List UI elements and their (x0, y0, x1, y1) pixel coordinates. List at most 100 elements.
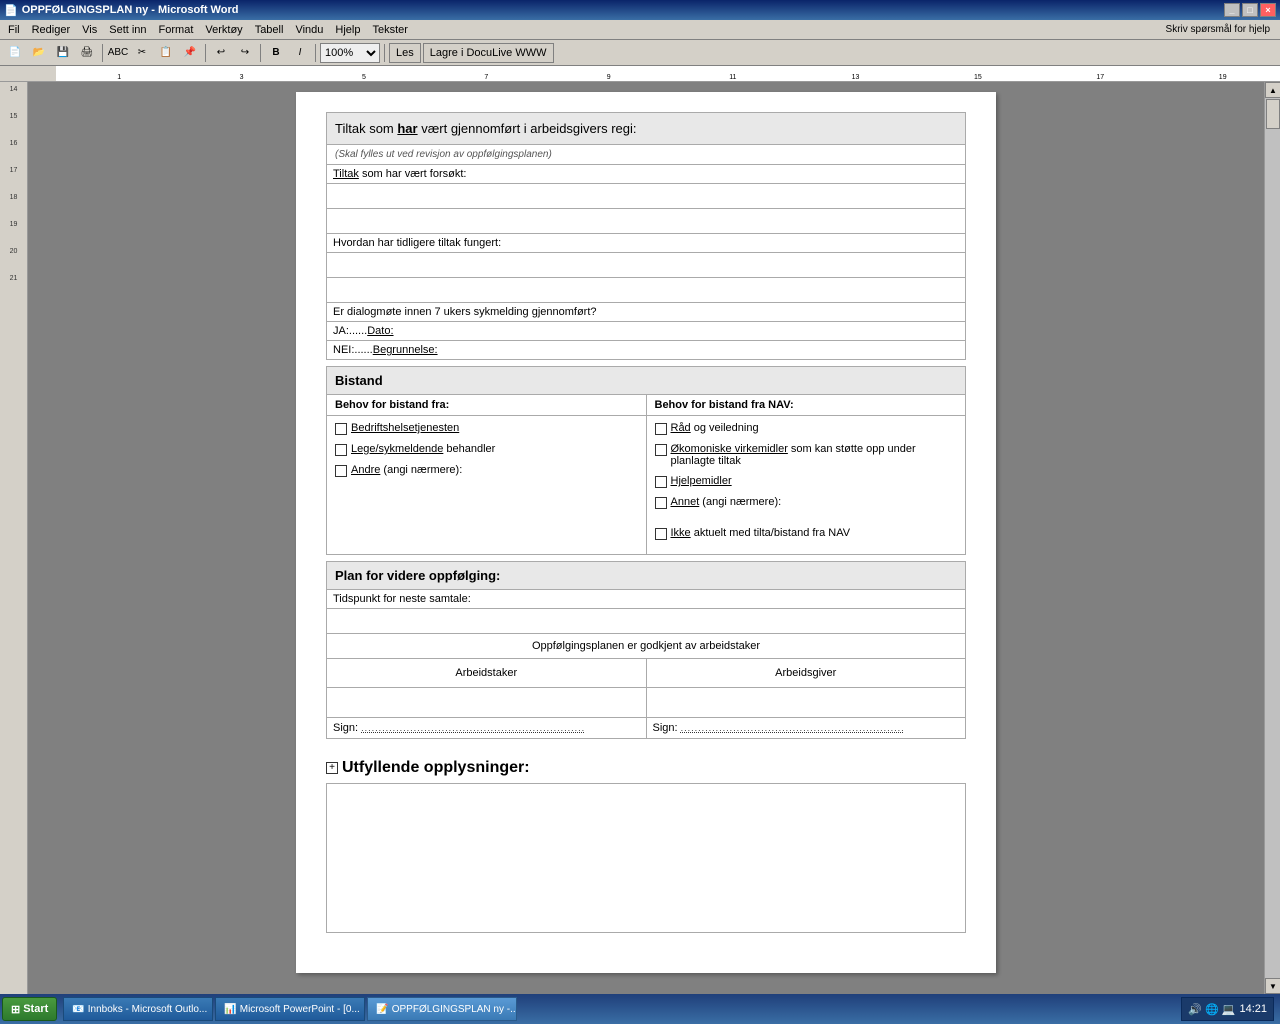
tiltak-italic-text: (Skal fylles ut ved revisjon av oppfølgi… (335, 149, 552, 160)
checkbox-rad: Råd og veiledning (655, 422, 958, 435)
checkbox-bedrift-box[interactable] (335, 423, 347, 435)
copy-button[interactable]: 📋 (155, 42, 177, 64)
title-bar-left: 📄 OPPFØLGINGSPLAN ny - Microsoft Word (4, 4, 238, 17)
title-bar-controls[interactable]: _ □ × (1224, 3, 1276, 17)
maximize-button[interactable]: □ (1242, 3, 1258, 17)
lagre-button[interactable]: Lagre i DocuLive WWW (423, 43, 554, 63)
tiltak-header-text: Tiltak som har vært gjennomført i arbeid… (335, 121, 637, 136)
plan-header: Plan for videre oppfølging: (335, 568, 500, 583)
arbeidstaker-label: Arbeidstaker (455, 667, 517, 679)
checkbox-okonomiske: Økomoniske virkemidler som kan støtte op… (655, 443, 958, 467)
windows-icon: ⊞ (11, 1003, 20, 1016)
scroll-thumb[interactable] (1266, 99, 1280, 129)
checkbox-ikke-box[interactable] (655, 528, 667, 540)
zoom-select[interactable]: 100% (320, 43, 380, 63)
ruler-mark: 13 (852, 74, 860, 81)
behov-fra-header: Behov for bistand fra: (335, 399, 449, 411)
spell-check-button[interactable]: ABC (107, 42, 129, 64)
menu-verktoy[interactable]: Verktøy (199, 22, 248, 38)
open-button[interactable]: 📂 (28, 42, 50, 64)
italic-button[interactable]: I (289, 42, 311, 64)
ruler-mark: 15 (974, 74, 982, 81)
scroll-down-button[interactable]: ▼ (1265, 978, 1280, 994)
taskbar-btn-outlook[interactable]: 📧 Innboks - Microsoft Outlo... (63, 997, 213, 1021)
checkbox-okonomiske-box[interactable] (655, 444, 667, 456)
undo-button[interactable]: ↩ (210, 42, 232, 64)
checkbox-ikke: Ikke aktuelt med tilta/bistand fra NAV (655, 527, 958, 540)
dialog-label: Er dialogmøte innen 7 ukers sykmelding g… (333, 306, 597, 318)
clock: 14:21 (1239, 1003, 1267, 1015)
sign-arbeidstaker-line: ........................................… (361, 723, 585, 733)
system-tray: 🔊 🌐 💻 14:21 (1181, 997, 1274, 1021)
checkbox-hjelpemidler-label: Hjelpemidler (671, 475, 732, 487)
tiltak-forsok-rest: som har vært forsøkt: (362, 168, 467, 180)
redo-button[interactable]: ↪ (234, 42, 256, 64)
menu-tabell[interactable]: Tabell (249, 22, 290, 38)
save-button[interactable]: 💾 (52, 42, 74, 64)
scroll-up-button[interactable]: ▲ (1265, 82, 1280, 98)
taskbar-btn-word[interactable]: 📝 OPPFØLGINGSPLAN ny -... (367, 997, 517, 1021)
menu-rediger[interactable]: Rediger (26, 22, 77, 38)
start-button[interactable]: ⊞ Start (2, 997, 57, 1021)
checkbox-bedrift-label: Bedriftshelsetjenesten (351, 422, 459, 434)
checkbox-lege: Lege/sykmeldende behandler (335, 443, 638, 456)
scroll-track[interactable] (1265, 98, 1280, 978)
word-icon: 📝 (376, 1004, 388, 1015)
toolbar: 📄 📂 💾 🖨 ABC ✂ 📋 📌 ↩ ↪ B I 100% Les Lagre… (0, 40, 1280, 66)
tiltak-table: Tiltak som har vært gjennomført i arbeid… (326, 112, 966, 360)
checkbox-hjelpemidler-box[interactable] (655, 476, 667, 488)
taskbar-right: 🔊 🌐 💻 14:21 (1181, 997, 1278, 1021)
ruler: 1 3 5 7 9 11 13 15 17 19 (0, 66, 1280, 82)
utfyllende-box[interactable] (326, 783, 966, 933)
checkbox-okonomiske-label: Økomoniske virkemidler som kan støtte op… (671, 443, 958, 467)
sign-arbeidsgiver-line: ........................................… (681, 723, 905, 733)
ruler-mark: 9 (607, 74, 611, 81)
checkbox-andre-box[interactable] (335, 465, 347, 477)
bold-button[interactable]: B (265, 42, 287, 64)
ruler-mark: 11 (729, 74, 736, 81)
har-text: har (397, 121, 417, 136)
powerpoint-icon: 📊 (224, 1004, 236, 1015)
ja-label: JA:......Dato: (333, 325, 394, 337)
menu-tekster[interactable]: Tekster (366, 22, 413, 38)
minimize-button[interactable]: _ (1224, 3, 1240, 17)
checkbox-rad-box[interactable] (655, 423, 667, 435)
ruler-mark: 3 (240, 74, 244, 81)
print-button[interactable]: 🖨 (76, 42, 98, 64)
title-bar: 📄 OPPFØLGINGSPLAN ny - Microsoft Word _ … (0, 0, 1280, 20)
right-scrollbar[interactable]: ▲ ▼ (1264, 82, 1280, 994)
sign-arbeidstaker-prefix: Sign: (333, 722, 361, 734)
menu-hjelp[interactable]: Hjelp (329, 22, 366, 38)
checkbox-annet: Annet (angi nærmere): (655, 496, 958, 509)
tiltak-fungert-label: Hvordan har tidligere tiltak fungert: (333, 237, 501, 249)
new-button[interactable]: 📄 (4, 42, 26, 64)
ruler-mark: 1 (117, 74, 121, 81)
ruler-mark: 7 (484, 74, 488, 81)
doc-area[interactable]: Tiltak som har vært gjennomført i arbeid… (28, 82, 1264, 994)
menu-vindu[interactable]: Vindu (289, 22, 329, 38)
paste-button[interactable]: 📌 (179, 42, 201, 64)
checkbox-annet-box[interactable] (655, 497, 667, 509)
tiltak-forsok-label: Tiltak (333, 168, 359, 180)
godkjent-label: Oppfølgingsplanen er godkjent av arbeids… (532, 640, 760, 652)
checkbox-andre-label: Andre (angi nærmere): (351, 464, 462, 476)
main-area: 141516 1718 1920 21 Tiltak som har vært … (0, 82, 1280, 994)
app-icon: 📄 (4, 4, 18, 17)
cut-button[interactable]: ✂ (131, 42, 153, 64)
tray-icons: 🔊 🌐 💻 (1188, 1003, 1235, 1016)
les-button[interactable]: Les (389, 43, 421, 63)
arbeidsgiver-label: Arbeidsgiver (775, 667, 836, 679)
menu-fil[interactable]: Fil (2, 22, 26, 38)
close-button[interactable]: × (1260, 3, 1276, 17)
checkbox-lege-label: Lege/sykmeldende behandler (351, 443, 495, 455)
menu-sett-inn[interactable]: Sett inn (103, 22, 152, 38)
taskbar-btn-powerpoint[interactable]: 📊 Microsoft PowerPoint - [0... (215, 997, 365, 1021)
window-title: OPPFØLGINGSPLAN ny - Microsoft Word (22, 4, 239, 16)
taskbar: ⊞ Start 📧 Innboks - Microsoft Outlo... 📊… (0, 994, 1280, 1024)
expand-icon[interactable]: + (326, 762, 338, 774)
menu-vis[interactable]: Vis (76, 22, 103, 38)
checkbox-rad-label: Råd og veiledning (671, 422, 759, 434)
checkbox-lege-box[interactable] (335, 444, 347, 456)
neste-samtale-label: Tidspunkt for neste samtale: (333, 593, 471, 605)
menu-format[interactable]: Format (153, 22, 200, 38)
